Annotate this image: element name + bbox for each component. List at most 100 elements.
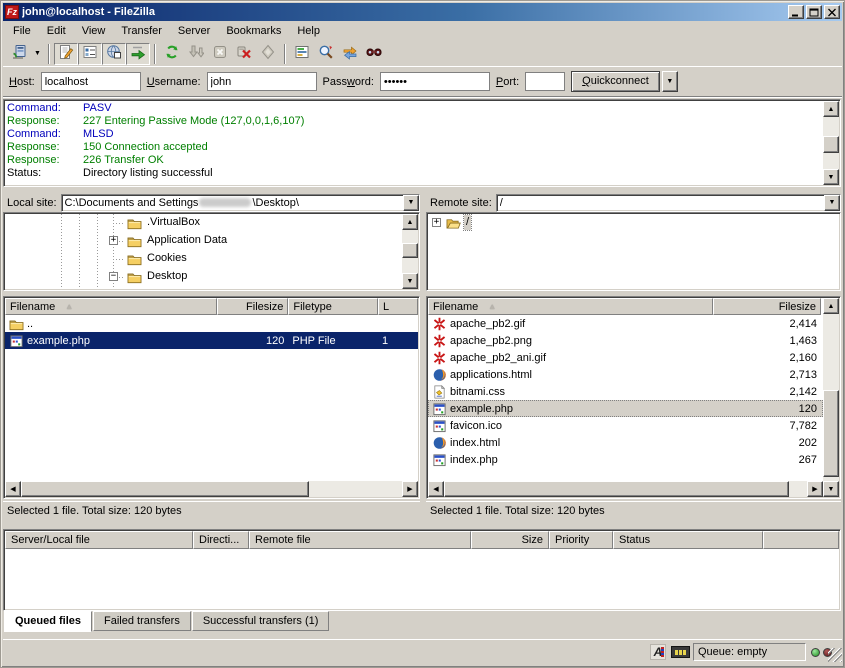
scrollbar-thumb[interactable] [823, 136, 839, 153]
column-header-filename[interactable]: Filename▲ [5, 298, 217, 315]
scroll-down-icon[interactable]: ▼ [402, 273, 418, 289]
filename-cell: favicon.ico [428, 417, 713, 434]
toggle-message-log-button[interactable] [54, 43, 78, 65]
scrollbar-thumb[interactable] [823, 390, 839, 478]
minimize-button[interactable] [788, 5, 804, 19]
remote-site-path: / [500, 196, 822, 210]
file-attr-cell: 7,782 [713, 417, 821, 434]
queue-list-area[interactable] [5, 549, 839, 609]
queue-column-directi-[interactable]: Directi... [193, 531, 249, 549]
chevron-down-icon[interactable]: ▼ [31, 43, 44, 65]
column-header-l[interactable]: L [378, 298, 418, 315]
scroll-down-icon[interactable]: ▼ [823, 481, 839, 497]
column-header-filesize[interactable]: Filesize [713, 298, 821, 315]
refresh-button[interactable] [160, 43, 184, 65]
username-input[interactable] [207, 72, 317, 91]
toggle-remote-tree-button[interactable] [102, 43, 126, 65]
scroll-right-icon[interactable]: ▶ [807, 481, 823, 497]
queue-column-remote-file[interactable]: Remote file [249, 531, 471, 549]
tab-successful-transfers-1-[interactable]: Successful transfers (1) [192, 611, 330, 631]
local-list-hscrollbar[interactable]: ◀ ▶ [5, 481, 418, 497]
scroll-down-icon[interactable]: ▼ [823, 169, 839, 185]
site-manager-button[interactable] [7, 43, 31, 65]
filename-cell: .. [5, 315, 218, 332]
quickconnect-button[interactable]: Quickconnect [571, 71, 660, 92]
local-site-combobox[interactable]: C:\Documents and Settings\Desktop\ ▼ [61, 194, 420, 212]
scroll-left-icon[interactable]: ◀ [428, 481, 444, 497]
chevron-down-icon[interactable]: ▼ [824, 195, 840, 211]
queue-column-size[interactable]: Size [471, 531, 549, 549]
file-row--[interactable]: .. [5, 315, 418, 332]
toggle-queue-button[interactable] [126, 43, 150, 65]
file-row-example-php[interactable]: example.php120PHP File1 [5, 332, 418, 349]
collapse-icon[interactable]: − [109, 272, 118, 281]
file-row-applications-html[interactable]: applications.html2,713 [428, 366, 823, 383]
queue-column-status[interactable]: Status [613, 531, 763, 549]
title-bar[interactable]: Fz john@localhost - FileZilla [3, 3, 842, 21]
quickconnect-dropdown-icon[interactable]: ▼ [662, 71, 678, 92]
file-row-index-php[interactable]: index.php267 [428, 451, 823, 468]
cancel-button [208, 43, 232, 65]
host-input[interactable] [41, 72, 141, 91]
sync-browsing-button[interactable] [338, 43, 362, 65]
menu-bookmarks[interactable]: Bookmarks [218, 22, 289, 40]
tree-item-desktop[interactable]: −Desktop [5, 268, 402, 286]
expand-icon[interactable]: + [109, 236, 118, 245]
windows-app-icon [432, 402, 447, 416]
find-files-button[interactable] [362, 43, 386, 65]
queue-column-priority[interactable]: Priority [549, 531, 613, 549]
tree-item-cookies[interactable]: Cookies [5, 250, 402, 268]
menu-server[interactable]: Server [170, 22, 218, 40]
file-row-apache-pb2-png[interactable]: apache_pb2.png1,463 [428, 332, 823, 349]
tree-item-root[interactable]: +/ [428, 214, 839, 232]
scroll-right-icon[interactable]: ▶ [402, 481, 418, 497]
resize-grip[interactable] [828, 648, 842, 662]
menu-transfer[interactable]: Transfer [113, 22, 170, 40]
tree-item-application-data[interactable]: +Application Data [5, 232, 402, 250]
scroll-up-icon[interactable]: ▲ [402, 214, 418, 230]
process-queue-button [184, 43, 208, 65]
remote-site-combobox[interactable]: / ▼ [496, 194, 841, 212]
menu-file[interactable]: File [5, 22, 39, 40]
scrollbar-thumb[interactable] [444, 481, 789, 497]
file-row-example-php[interactable]: example.php120 [428, 400, 823, 417]
file-row-apache-pb2-gif[interactable]: apache_pb2.gif2,414 [428, 315, 823, 332]
file-row-bitnami-css[interactable]: bitnami.css2,142 [428, 383, 823, 400]
port-input[interactable] [525, 72, 565, 91]
disconnect-button[interactable] [232, 43, 256, 65]
folder-icon [127, 252, 142, 266]
speed-limit-icon[interactable] [671, 646, 690, 658]
transfer-type-icon[interactable]: A [650, 644, 666, 660]
remote-list-vscrollbar[interactable]: ▲ ▼ [823, 298, 839, 497]
tab-queued-files[interactable]: Queued files [4, 611, 92, 632]
scrollbar-thumb[interactable] [21, 481, 309, 497]
maximize-button[interactable] [806, 5, 822, 19]
queue-column-server-local-file[interactable]: Server/Local file [5, 531, 193, 549]
menu-view[interactable]: View [74, 22, 114, 40]
scroll-up-icon[interactable]: ▲ [823, 101, 839, 117]
message-log-scrollbar[interactable]: ▲ ▼ [823, 101, 839, 185]
expand-icon[interactable]: + [432, 218, 441, 227]
file-row-favicon-ico[interactable]: favicon.ico7,782 [428, 417, 823, 434]
compare-directories-button[interactable] [314, 43, 338, 65]
column-header-filename[interactable]: Filename▲ [428, 298, 713, 315]
chevron-down-icon[interactable]: ▼ [403, 195, 419, 211]
file-row-apache-pb2-ani-gif[interactable]: apache_pb2_ani.gif2,160 [428, 349, 823, 366]
password-input[interactable] [380, 72, 490, 91]
queue-splitter[interactable] [3, 521, 842, 529]
file-row-index-html[interactable]: index.html202 [428, 434, 823, 451]
scroll-left-icon[interactable]: ◀ [5, 481, 21, 497]
menu-help[interactable]: Help [289, 22, 328, 40]
scrollbar-thumb[interactable] [402, 243, 418, 258]
local-tree-scrollbar[interactable]: ▲ ▼ [402, 214, 418, 289]
close-button[interactable] [824, 5, 840, 19]
remote-list-hscrollbar[interactable]: ◀ ▶ [428, 481, 823, 497]
tree-item--virtualbox[interactable]: .VirtualBox [5, 214, 402, 232]
menu-edit[interactable]: Edit [39, 22, 74, 40]
toggle-local-tree-button[interactable] [78, 43, 102, 65]
filter-button[interactable] [290, 43, 314, 65]
tab-failed-transfers[interactable]: Failed transfers [93, 611, 191, 631]
column-header-filesize[interactable]: Filesize [217, 298, 288, 315]
column-header-filetype[interactable]: Filetype [288, 298, 378, 315]
scroll-up-icon[interactable]: ▲ [823, 298, 839, 314]
